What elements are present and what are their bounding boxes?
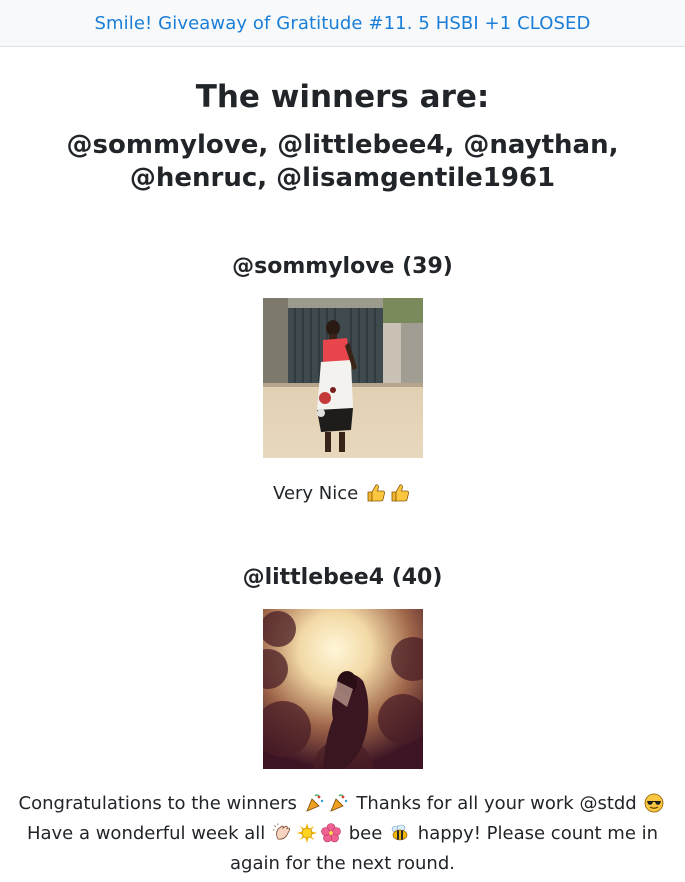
- entry-littlebee4: @littlebee4 (40): [0, 564, 685, 769]
- footer-text-1: Congratulations to the winners: [18, 793, 297, 814]
- thumbs-up-icon: [391, 484, 409, 502]
- party-popper-icon: [329, 794, 347, 812]
- post-content: The winners are: @sommylove, @littlebee4…: [0, 77, 685, 879]
- winners-heading: The winners are:: [195, 79, 490, 115]
- entry-photo-sommylove: [262, 298, 423, 458]
- footer-text-3: Have a wonderful week all: [26, 823, 266, 844]
- top-navbar: Smile! Giveaway of Gratitude #11. 5 HSBI…: [0, 0, 685, 47]
- entry-photo-littlebee4: [262, 609, 423, 769]
- entry-caption: Very Nice: [0, 482, 685, 506]
- sunglasses-face-icon: [645, 793, 664, 813]
- hibiscus-icon: [321, 823, 341, 843]
- entry-title: @littlebee4 (40): [242, 565, 443, 590]
- winners-list: @sommylove, @littlebee4, @naythan, @henr…: [0, 129, 685, 195]
- thumbs-up-icon: [367, 484, 385, 502]
- winners-list-line-2: @henruc, @lisamgentile1961: [129, 163, 556, 193]
- entry-caption-text: Very Nice: [273, 483, 359, 504]
- footer-text-2: Thanks for all your work @stdd: [356, 793, 637, 814]
- winners-list-line-1: @sommylove, @littlebee4, @naythan,: [66, 130, 619, 160]
- party-popper-icon: [305, 794, 323, 812]
- sun-icon: [297, 823, 317, 843]
- clapping-hands-icon: [273, 823, 291, 840]
- entry-sommylove: @sommylove (39) Very Nice: [0, 253, 685, 506]
- honeybee-icon: [391, 824, 408, 841]
- post-title-link[interactable]: Smile! Giveaway of Gratitude #11. 5 HSBI…: [95, 13, 591, 34]
- entry-title: @sommylove (39): [232, 254, 453, 279]
- footer-text-5: happy! Please count me in again for the …: [230, 823, 659, 874]
- footer-text-4: bee: [348, 823, 383, 844]
- post-footer-text: Congratulations to the winners Thanks fo…: [13, 789, 673, 879]
